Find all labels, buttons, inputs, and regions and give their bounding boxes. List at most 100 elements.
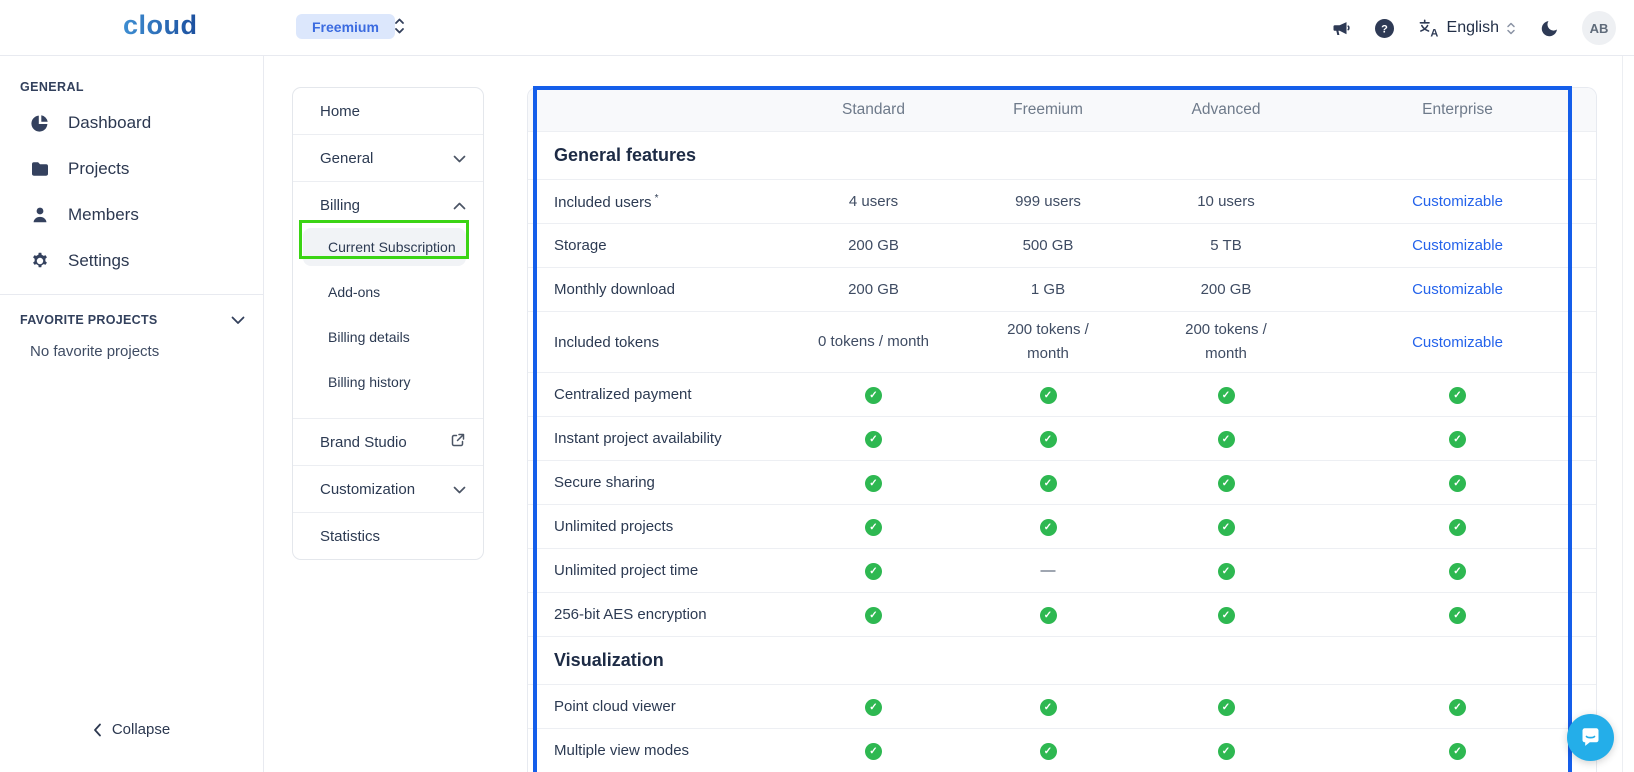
- subnav-subitem-label: Current Subscription: [328, 239, 456, 255]
- collapse-label: Collapse: [112, 721, 170, 738]
- table-row: Included tokens0 tokens / month200 token…: [528, 311, 1596, 372]
- sidebar-item-members[interactable]: Members: [0, 192, 263, 238]
- customizable-link[interactable]: Customizable: [1412, 193, 1503, 210]
- subnav-subitem-add-ons[interactable]: Add-ons: [293, 273, 483, 311]
- projects-icon: [30, 159, 50, 179]
- table-cell: ✓: [961, 379, 1135, 410]
- sidebar-item-label: Dashboard: [68, 113, 151, 133]
- dark-mode-icon[interactable]: [1538, 17, 1560, 39]
- sidebar-item-label: Projects: [68, 159, 129, 179]
- subnav-item-general[interactable]: General: [293, 135, 483, 181]
- feature-value: 1 GB: [1031, 278, 1065, 302]
- table-cell: 0 tokens / month: [786, 324, 961, 360]
- customizable-link[interactable]: Customizable: [1412, 237, 1503, 254]
- table-cell: 5 TB: [1135, 228, 1317, 264]
- feature-label: Secure sharing: [528, 468, 786, 497]
- subnav-item-label: Billing: [320, 197, 360, 214]
- announcements-icon[interactable]: [1330, 17, 1352, 39]
- subnav-subitem-current-subscription[interactable]: Current Subscription: [303, 228, 466, 266]
- table-cell: ✓: [786, 691, 961, 722]
- favorites-empty-text: No favorite projects: [30, 343, 263, 360]
- plan-column-header-freemium: Freemium: [961, 95, 1135, 125]
- table-row: Unlimited projects✓✓✓✓: [528, 504, 1596, 548]
- subnav-subitem-billing-history[interactable]: Billing history: [293, 363, 483, 401]
- table-cell: 200 GB: [786, 272, 961, 308]
- customizable-link[interactable]: Customizable: [1412, 281, 1503, 298]
- check-icon: ✓: [1449, 387, 1466, 404]
- subnav-subitem-label: Billing history: [328, 374, 410, 390]
- table-cell: Customizable: [1317, 231, 1597, 260]
- plan-unfold-icon[interactable]: [393, 16, 406, 41]
- check-icon: ✓: [865, 563, 882, 580]
- subnav-subitem-label: Add-ons: [328, 284, 380, 300]
- top-bar: cloud Freemium ? A English AB: [0, 0, 1634, 56]
- help-icon[interactable]: ?: [1374, 17, 1396, 39]
- table-cell: ✓: [1135, 735, 1317, 766]
- table-row: Secure sharing✓✓✓✓: [528, 460, 1596, 504]
- table-cell: ✓: [1135, 599, 1317, 630]
- table-cell: ✓: [961, 599, 1135, 630]
- chevron-down-icon: [453, 150, 466, 167]
- table-cell: ✓: [1317, 735, 1597, 766]
- table-cell: 1 GB: [961, 272, 1135, 308]
- table-cell: ✓: [961, 423, 1135, 454]
- subnav-subitem-billing-details[interactable]: Billing details: [293, 318, 483, 356]
- svg-text:?: ?: [1381, 23, 1388, 35]
- subnav-item-label: General: [320, 150, 373, 167]
- table-cell: Customizable: [1317, 275, 1597, 304]
- table-cell: ✓: [961, 735, 1135, 766]
- check-icon: ✓: [1218, 475, 1235, 492]
- language-selector[interactable]: A English: [1418, 17, 1516, 39]
- feature-label: Included users*: [528, 187, 786, 217]
- table-cell: ✓: [1317, 511, 1597, 542]
- favorite-projects-header[interactable]: FAVORITE PROJECTS: [20, 313, 245, 327]
- subnav-item-label: Brand Studio: [320, 434, 407, 451]
- sidebar: GENERAL DashboardProjectsMembersSettings…: [0, 56, 264, 772]
- sidebar-item-projects[interactable]: Projects: [0, 146, 263, 192]
- user-avatar[interactable]: AB: [1582, 11, 1616, 45]
- table-cell: ✓: [1317, 423, 1597, 454]
- app-window: cloud Freemium ? A English AB: [0, 0, 1634, 772]
- check-icon: ✓: [865, 743, 882, 760]
- plan-column-header-standard: Standard: [786, 95, 961, 125]
- check-icon: ✓: [1449, 431, 1466, 448]
- plan-badge[interactable]: Freemium: [296, 14, 395, 39]
- chat-widget-button[interactable]: [1567, 714, 1614, 761]
- check-icon: ✓: [1218, 387, 1235, 404]
- plan-comparison-table: StandardFreemiumAdvancedEnterpriseGenera…: [527, 87, 1597, 772]
- settings-subnav: Home General Billing Current Subscription Ad…: [292, 87, 484, 560]
- feature-label: 256-bit AES encryption: [528, 600, 786, 629]
- subnav-item-billing[interactable]: Billing: [293, 182, 483, 228]
- collapse-button[interactable]: Collapse: [0, 721, 263, 738]
- sidebar-item-settings[interactable]: Settings: [0, 238, 263, 284]
- feature-value: 200 GB: [848, 278, 899, 302]
- settings-icon: [30, 251, 50, 271]
- feature-label: Multiple view modes: [528, 736, 786, 765]
- table-cell: 200 GB: [1135, 272, 1317, 308]
- feature-value: 0 tokens / month: [818, 330, 929, 354]
- table-cell: ✓: [961, 511, 1135, 542]
- table-cell: ✓: [961, 691, 1135, 722]
- check-icon: ✓: [1218, 519, 1235, 536]
- favorite-projects-title: FAVORITE PROJECTS: [20, 313, 158, 327]
- check-icon: ✓: [865, 519, 882, 536]
- table-cell: 200 GB: [786, 228, 961, 264]
- check-icon: ✓: [1040, 607, 1057, 624]
- sidebar-item-label: Members: [68, 205, 139, 225]
- check-icon: ✓: [865, 431, 882, 448]
- table-cell: ✓: [1135, 691, 1317, 722]
- table-cell: ✓: [1135, 555, 1317, 586]
- check-icon: ✓: [1449, 607, 1466, 624]
- customizable-link[interactable]: Customizable: [1412, 334, 1503, 351]
- sidebar-item-dashboard[interactable]: Dashboard: [0, 100, 263, 146]
- feature-value: 5 TB: [1210, 234, 1241, 258]
- chevron-down-icon: [231, 316, 245, 325]
- check-icon: ✓: [1040, 431, 1057, 448]
- table-cell: 200 tokens / month: [1135, 312, 1317, 372]
- feature-label: Centralized payment: [528, 380, 786, 409]
- subnav-item-statistics[interactable]: Statistics: [293, 513, 483, 559]
- subnav-item-customization[interactable]: Customization: [293, 466, 483, 512]
- table-row: 256-bit AES encryption✓✓✓✓: [528, 592, 1596, 636]
- subnav-item-brand-studio[interactable]: Brand Studio: [293, 419, 483, 465]
- subnav-item-home[interactable]: Home: [293, 88, 483, 134]
